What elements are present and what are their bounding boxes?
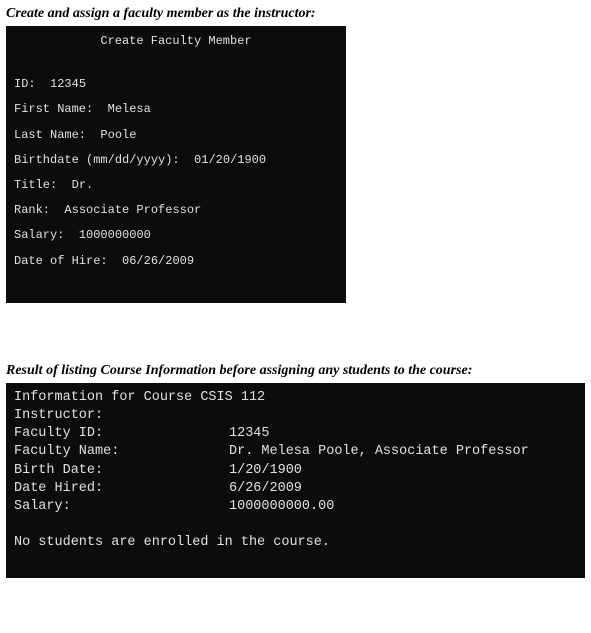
row-salary: Salary: 1000000000.00 <box>14 498 577 516</box>
date-hired-label: Date Hired: <box>14 480 229 498</box>
faculty-id-value: 12345 <box>229 425 577 443</box>
faculty-id-label: Faculty ID: <box>14 425 229 443</box>
id-value: 12345 <box>50 77 86 91</box>
field-rank: Rank: Associate Professor <box>14 201 338 220</box>
birthdate-value: 01/20/1900 <box>194 153 266 167</box>
faculty-name-label: Faculty Name: <box>14 443 229 461</box>
field-first-name: First Name: Melesa <box>14 100 338 119</box>
faculty-name-value: Dr. Melesa Poole, Associate Professor <box>229 443 577 461</box>
terminal-create-faculty: Create Faculty Member ID: 12345 First Na… <box>6 26 346 303</box>
birth-date-value: 1/20/1900 <box>229 462 577 480</box>
first-name-value: Melesa <box>108 102 151 116</box>
last-name-value: Poole <box>100 128 136 142</box>
birth-date-label: Birth Date: <box>14 462 229 480</box>
title-label: Title: <box>14 178 57 192</box>
salary-value-2: 1000000000.00 <box>229 498 577 516</box>
field-last-name: Last Name: Poole <box>14 126 338 145</box>
field-title: Title: Dr. <box>14 176 338 195</box>
field-hire-date: Date of Hire: 06/26/2009 <box>14 252 338 271</box>
last-name-label: Last Name: <box>14 128 86 142</box>
field-birthdate: Birthdate (mm/dd/yyyy): 01/20/1900 <box>14 151 338 170</box>
first-name-label: First Name: <box>14 102 93 116</box>
field-id: ID: 12345 <box>14 75 338 94</box>
hire-label: Date of Hire: <box>14 254 108 268</box>
row-faculty-name: Faculty Name: Dr. Melesa Poole, Associat… <box>14 443 577 461</box>
section2-heading: Result of listing Course Information bef… <box>6 363 585 379</box>
course-info-header: Information for Course CSIS 112 <box>14 389 577 407</box>
rank-value: Associate Professor <box>64 203 201 217</box>
instructor-label: Instructor: <box>14 407 577 425</box>
row-date-hired: Date Hired: 6/26/2009 <box>14 480 577 498</box>
salary-value: 1000000000 <box>79 228 151 242</box>
row-birth-date: Birth Date: 1/20/1900 <box>14 462 577 480</box>
row-faculty-id: Faculty ID: 12345 <box>14 425 577 443</box>
terminal-title: Create Faculty Member <box>14 32 338 51</box>
title-value: Dr. <box>72 178 94 192</box>
birthdate-label: Birthdate (mm/dd/yyyy): <box>14 153 180 167</box>
field-salary: Salary: 1000000000 <box>14 226 338 245</box>
terminal-course-info: Information for Course CSIS 112 Instruct… <box>6 383 585 579</box>
salary-label: Salary: <box>14 228 64 242</box>
rank-label: Rank: <box>14 203 50 217</box>
section1-heading: Create and assign a faculty member as th… <box>6 6 585 22</box>
date-hired-value: 6/26/2009 <box>229 480 577 498</box>
id-label: ID: <box>14 77 36 91</box>
no-students-message: No students are enrolled in the course. <box>14 534 577 552</box>
hire-value: 06/26/2009 <box>122 254 194 268</box>
salary-label-2: Salary: <box>14 498 229 516</box>
